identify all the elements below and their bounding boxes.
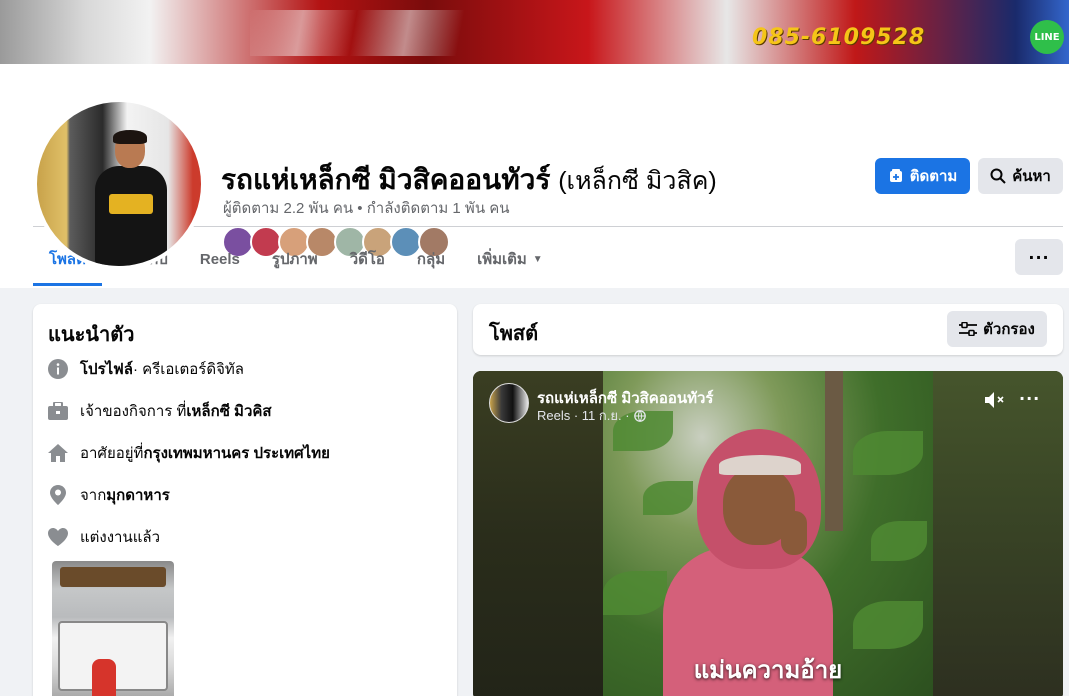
intro-lives-link[interactable]: กรุงเทพมหานคร ประเทศไทย bbox=[143, 441, 329, 465]
reel-video[interactable] bbox=[603, 371, 933, 696]
mute-icon[interactable] bbox=[985, 391, 1007, 409]
more-options-button[interactable]: ··· bbox=[1015, 239, 1063, 275]
filter-sliders-icon bbox=[959, 322, 978, 336]
filter-button[interactable]: ตัวกรอง bbox=[947, 311, 1047, 347]
line-app-icon: LINE bbox=[1030, 20, 1064, 54]
intro-from-row: จาก มุกดาหาร bbox=[47, 483, 170, 507]
caret-down-icon: ▼ bbox=[532, 253, 543, 265]
intro-owner-prefix: เจ้าของกิจการ ที่ bbox=[80, 403, 187, 420]
search-button[interactable]: ค้นหา bbox=[978, 158, 1063, 194]
post-meta-text[interactable]: Reels · 11 ก.ย. · bbox=[537, 405, 630, 426]
follow-label: ติดตาม bbox=[909, 168, 958, 185]
intro-relationship-row: แต่งงานแล้ว bbox=[47, 525, 160, 549]
intro-owner-link[interactable]: เหล็กซี มิวคิส bbox=[186, 399, 271, 423]
intro-profile-label: โปรไฟล์ bbox=[80, 361, 133, 378]
page-alt-name: (เหล็กซี มิวสิค) bbox=[558, 167, 717, 195]
avatar-person bbox=[95, 130, 167, 266]
video-blur-right bbox=[933, 371, 1063, 696]
tab-groups[interactable]: กลุ่ม bbox=[401, 232, 461, 286]
intro-lives-row: อาศัยอยู่ที่ กรุงเทพมหานคร ประเทศไทย bbox=[47, 441, 330, 465]
intro-card: แนะนำตัว โปรไฟล์ · ครีเอเตอร์ดิจิทัล เจ้… bbox=[33, 304, 457, 696]
intro-lives-prefix: อาศัยอยู่ที่ bbox=[80, 445, 144, 462]
follow-button[interactable]: ติดตาม bbox=[875, 158, 970, 194]
tab-reels[interactable]: Reels bbox=[184, 232, 256, 286]
tab-more[interactable]: เพิ่มเติม ▼ bbox=[461, 232, 559, 286]
post-meta: Reels · 11 ก.ย. · bbox=[537, 405, 646, 426]
heart-icon bbox=[47, 526, 69, 548]
info-icon bbox=[47, 358, 69, 380]
intro-relationship: แต่งงานแล้ว bbox=[80, 529, 161, 546]
home-icon bbox=[47, 442, 69, 464]
reel-post[interactable]: รถแห่เหล็กซี มิวสิคออนทัวร์ Reels · 11 ก… bbox=[473, 371, 1063, 696]
search-label: ค้นหา bbox=[1012, 168, 1051, 185]
cover-photo[interactable]: 085-6109528 LINE bbox=[0, 0, 1069, 68]
follow-icon bbox=[888, 168, 904, 184]
cover-graphic bbox=[250, 10, 510, 56]
post-author-avatar[interactable] bbox=[489, 383, 529, 423]
globe-icon bbox=[633, 409, 646, 422]
featured-photo[interactable] bbox=[52, 561, 174, 696]
location-pin-icon bbox=[47, 484, 69, 506]
intro-title: แนะนำตัว bbox=[48, 324, 135, 346]
intro-work-row: เจ้าของกิจการ ที่ เหล็กซี มิวคิส bbox=[47, 399, 272, 423]
cover-phone-number: 085-6109528 bbox=[752, 25, 926, 50]
profile-avatar[interactable] bbox=[33, 98, 205, 270]
briefcase-icon bbox=[47, 400, 69, 422]
intro-from-link[interactable]: มุกดาหาร bbox=[106, 483, 170, 507]
video-caption: แม่นความอ้าย bbox=[693, 657, 843, 684]
posts-header-card: โพสต์ ตัวกรอง bbox=[473, 304, 1063, 355]
page-name: รถแห่เหล็กซี มิวสิคออนทัวร์ bbox=[221, 164, 551, 195]
intro-profile-sub: · ครีเอเตอร์ดิจิทัล bbox=[133, 361, 244, 378]
tab-videos[interactable]: วิดีโอ bbox=[334, 232, 401, 286]
search-icon bbox=[990, 168, 1006, 184]
post-menu-button[interactable]: ··· bbox=[1019, 389, 1040, 408]
intro-from-prefix: จาก bbox=[80, 487, 107, 504]
filter-label: ตัวกรอง bbox=[983, 321, 1035, 338]
tab-photos[interactable]: รูปภาพ bbox=[256, 232, 334, 286]
posts-title: โพสต์ bbox=[489, 323, 539, 345]
followers-count[interactable]: ผู้ติดตาม 2.2 พัน คน • กำลังติดตาม 1 พัน… bbox=[223, 196, 510, 220]
intro-profile-row: โปรไฟล์ · ครีเอเตอร์ดิจิทัล bbox=[47, 357, 244, 381]
